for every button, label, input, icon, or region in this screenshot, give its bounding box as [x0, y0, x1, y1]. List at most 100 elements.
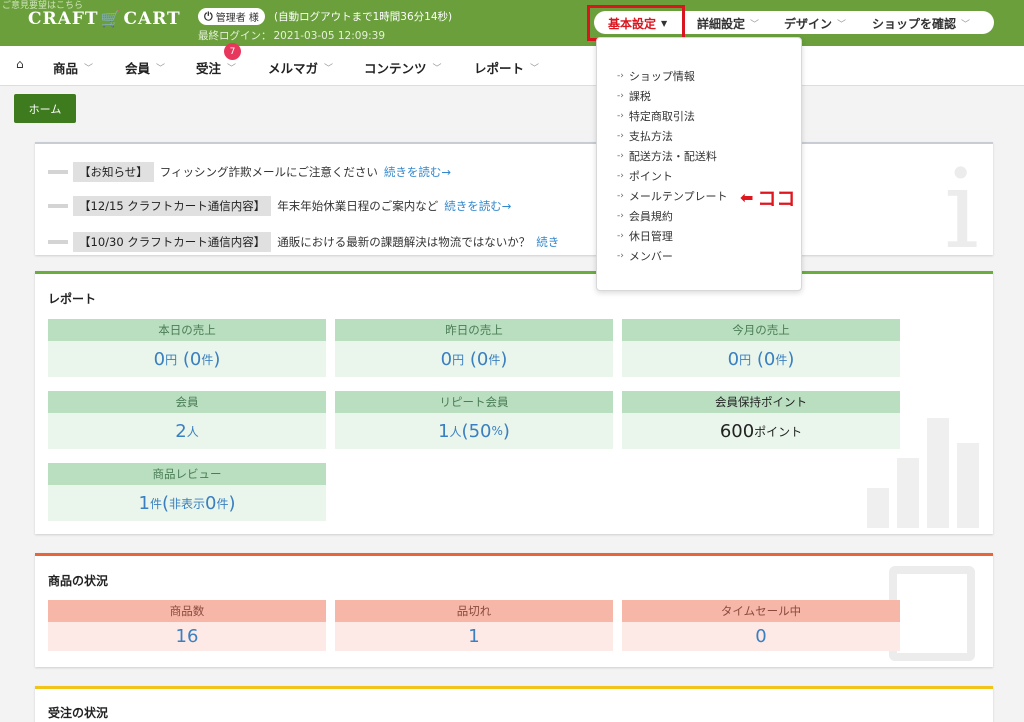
sales-today-card: 本日の売上 0円 (0 件): [48, 319, 326, 377]
highlight-box: [587, 5, 685, 41]
home-icon[interactable]: ⌂: [16, 57, 24, 71]
arrow-right-icon: -›: [617, 131, 624, 141]
logo[interactable]: CRAFT 🛒 CART: [28, 9, 181, 29]
out-of-stock-card: 品切れ 1: [335, 600, 613, 651]
nav-mailmagazine[interactable]: メルマガ ﹀: [268, 58, 333, 77]
menu-item-mail-template[interactable]: -› メールテンプレート: [617, 188, 728, 204]
sub-unit: %: [491, 424, 503, 438]
read-more-link[interactable]: 続きを読む→: [384, 164, 451, 180]
menu-item-members[interactable]: -› メンバー: [617, 248, 673, 264]
members-card: 会員 2人: [48, 391, 326, 449]
unit: 円: [452, 352, 465, 367]
value: 1: [438, 420, 450, 442]
product-status-title: 商品の状況: [48, 574, 109, 588]
nav-design-label: デザイン: [784, 17, 833, 31]
menu-item-label: 特定商取引法: [628, 110, 695, 123]
nav-reports[interactable]: レポート ﹀: [474, 58, 539, 77]
chevron-down-icon: ﹀: [156, 64, 166, 74]
read-more-link[interactable]: 続きを読む→: [444, 198, 511, 214]
menu-item-label: ポイント: [628, 170, 673, 183]
menu-item-member-terms[interactable]: -› 会員規約: [617, 208, 673, 224]
nav-contents-label: コンテンツ: [364, 61, 427, 76]
chevron-down-icon: ﹀: [530, 64, 540, 74]
menu-item-label: 休日管理: [628, 230, 673, 243]
nav-contents[interactable]: コンテンツ ﹀: [364, 58, 442, 77]
menu-item-points[interactable]: -› ポイント: [617, 168, 673, 184]
menu-item-shop-info[interactable]: -› ショップ情報: [617, 68, 695, 84]
unit: 件: [149, 496, 162, 511]
nav-members-label: 会員: [125, 61, 151, 76]
breadcrumb-home[interactable]: ホーム: [14, 94, 76, 123]
menu-item-label: 支払方法: [628, 130, 673, 143]
order-status-panel: 受注の状況: [35, 686, 993, 722]
menu-item-label: 課税: [628, 90, 651, 103]
card-value: 600 ポイント: [622, 413, 900, 449]
arrow-right-icon: -›: [617, 151, 624, 161]
menu-item-tax[interactable]: -› 課税: [617, 88, 651, 104]
paren: ): [228, 492, 236, 514]
card-label: 商品数: [48, 600, 326, 622]
dash: [48, 240, 68, 244]
sub-value: 0: [205, 492, 217, 514]
arrow-right-icon: -›: [617, 111, 624, 121]
nav-advanced-settings[interactable]: 詳細設定 ﹀: [697, 15, 759, 32]
arrow-right-icon: -›: [617, 211, 624, 221]
nav-view-shop[interactable]: ショップを確認 ﹀: [872, 15, 970, 32]
nav-products[interactable]: 商品 ﹀: [53, 58, 93, 77]
report-title: レポート: [48, 292, 97, 306]
sub-value: (0: [469, 348, 489, 370]
notice-text: フィッシング詐欺メールにご注意ください: [159, 165, 378, 179]
auto-logout-timer: (自動ログアウトまで1時間36分14秒): [274, 11, 453, 23]
chevron-down-icon: ﹀: [432, 64, 442, 74]
menu-item-label: 会員規約: [628, 210, 673, 223]
logo-text-left: CRAFT: [28, 9, 99, 29]
card-label: 品切れ: [335, 600, 613, 622]
nav-orders[interactable]: 受注 ﹀: [196, 58, 236, 77]
product-count-card: 商品数 16: [48, 600, 326, 651]
nav-mailmagazine-label: メルマガ: [268, 61, 319, 76]
card-label: 商品レビュー: [48, 463, 326, 485]
cart-icon: 🛒: [100, 9, 122, 28]
chevron-down-icon: ﹀: [837, 20, 847, 30]
value: 0: [440, 348, 453, 370]
nav-design[interactable]: デザイン ﹀: [784, 15, 846, 32]
paren: (: [161, 492, 169, 514]
value: 0: [727, 348, 740, 370]
nav-advanced-settings-label: 詳細設定: [697, 17, 746, 31]
menu-item-label: メンバー: [628, 250, 673, 263]
report-panel: レポート 本日の売上 0円 (0 件) 昨日の売上 0円 (0 件) 今月の売上 0…: [35, 271, 993, 534]
card-value: 0円 (0 件): [335, 341, 613, 377]
power-icon: ⏻: [204, 9, 213, 23]
menu-item-label: メールテンプレート: [628, 190, 728, 203]
main-nav: ⌂ 商品 ﹀ 会員 ﹀ 受注 ﹀ メルマガ ﹀ コンテンツ ﹀ レポート ﹀: [0, 46, 1024, 86]
nav-orders-label: 受注: [196, 61, 222, 76]
menu-item-commerce-law[interactable]: -› 特定商取引法: [617, 108, 695, 124]
chevron-down-icon: ﹀: [750, 20, 760, 30]
last-login: 最終ログイン： 2021-03-05 12:09:39: [196, 28, 385, 43]
info-icon: i: [943, 145, 979, 273]
menu-item-holidays[interactable]: -› 休日管理: [617, 228, 673, 244]
admin-logout-button[interactable]: ⏻ 管理者 様: [198, 8, 265, 25]
unit: 人: [449, 424, 462, 439]
notice-panel: i 【お知らせ】 フィッシング詐欺メールにご注意ください 続きを読む→ 【12/…: [35, 142, 993, 264]
sub-unit: 件: [216, 496, 229, 511]
card-value: 1 件(非表示 0 件): [48, 485, 326, 521]
menu-item-shipping[interactable]: -› 配送方法・配送料: [617, 148, 717, 164]
member-points-card: 会員保持ポイント 600 ポイント: [622, 391, 900, 449]
paren: ): [502, 420, 510, 442]
menu-item-label: 配送方法・配送料: [628, 150, 717, 163]
chevron-down-icon: ﹀: [84, 64, 94, 74]
dash: [48, 204, 68, 208]
sub-unit: 件: [488, 352, 501, 367]
order-status-title: 受注の状況: [48, 706, 109, 720]
paren: ): [500, 348, 508, 370]
card-value: 16: [48, 622, 326, 651]
logo-text-right: CART: [123, 9, 181, 29]
menu-item-payment[interactable]: -› 支払方法: [617, 128, 673, 144]
read-more-link[interactable]: 続き: [536, 234, 559, 250]
nav-reports-label: レポート: [474, 61, 525, 76]
dash: [48, 170, 68, 174]
arrow-right-icon: -›: [617, 251, 624, 261]
notice-row: 【10/30 クラフトカート通信内容】 通販における最新の課題解決は物流ではない…: [48, 232, 559, 252]
nav-members[interactable]: 会員 ﹀: [125, 58, 165, 77]
